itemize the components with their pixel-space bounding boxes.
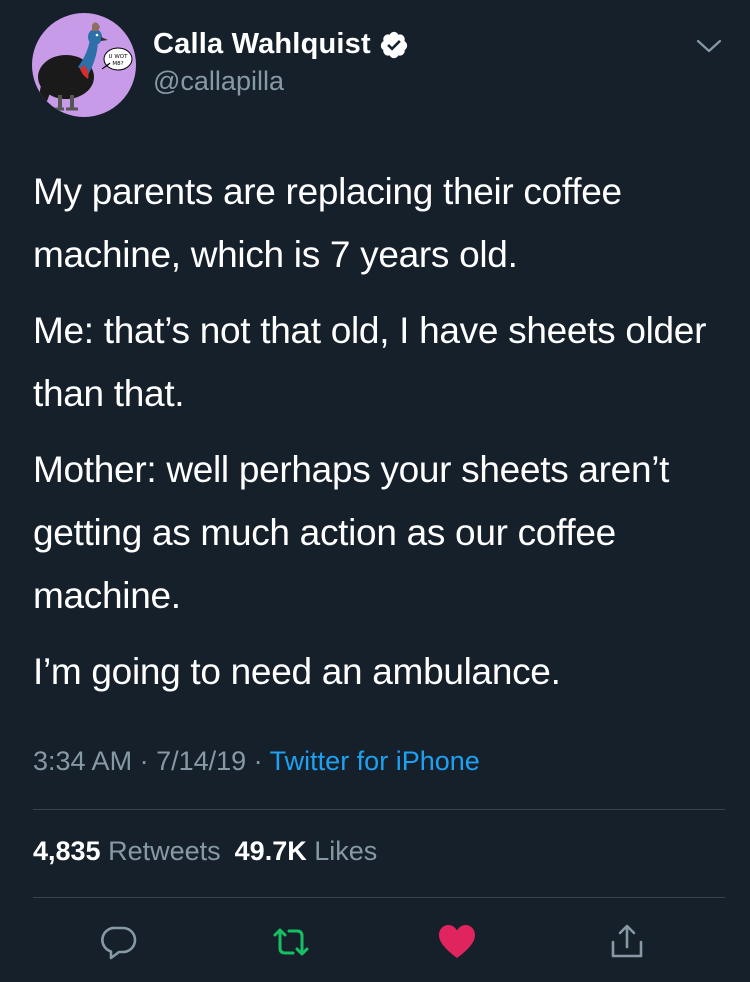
retweets-stat[interactable]: 4,835 Retweets — [33, 836, 221, 866]
tweet-action-bar — [0, 922, 750, 962]
divider — [33, 809, 725, 810]
likes-count: 49.7K — [234, 836, 307, 866]
meta-separator: · — [246, 746, 270, 776]
engagement-stats: 4,835 Retweets 49.7K Likes — [33, 836, 391, 867]
likes-label: Likes — [314, 836, 378, 866]
display-name[interactable]: Calla Wahlquist — [153, 28, 371, 61]
retweets-label: Retweets — [108, 836, 221, 866]
tweet-source-link[interactable]: Twitter for iPhone — [270, 746, 480, 776]
tweet-text: My parents are replacing their coffee ma… — [33, 160, 723, 716]
avatar-speech-text: U WOT — [109, 54, 129, 60]
tweet-date[interactable]: 7/14/19 — [156, 746, 246, 776]
cassowary-avatar-image: U WOT M8? — [38, 22, 133, 111]
avatar[interactable]: U WOT M8? — [32, 13, 136, 117]
tweet-paragraph: I’m going to need an ambulance. — [33, 651, 561, 692]
tweet-timestamp-row: 3:34 AM · 7/14/19 · Twitter for iPhone — [33, 746, 480, 777]
divider — [33, 897, 725, 898]
tweet-paragraph: Mother: well perhaps your sheets aren’t … — [33, 449, 670, 616]
chevron-down-icon[interactable] — [696, 37, 722, 55]
heart-icon[interactable] — [437, 922, 477, 962]
retweets-count: 4,835 — [33, 836, 101, 866]
tweet-paragraph: Me: that’s not that old, I have sheets o… — [33, 310, 707, 414]
tweet-paragraph: My parents are replacing their coffee ma… — [33, 171, 622, 275]
reply-icon[interactable] — [99, 922, 139, 962]
author-name-row: Calla Wahlquist — [153, 28, 409, 61]
author-handle[interactable]: @callapilla — [153, 66, 284, 97]
svg-text:M8?: M8? — [112, 61, 123, 67]
tweet-time[interactable]: 3:34 AM — [33, 746, 132, 776]
meta-separator: · — [132, 746, 157, 776]
likes-stat[interactable]: 49.7K Likes — [235, 836, 378, 866]
retweet-icon[interactable] — [271, 922, 311, 962]
verified-badge-icon — [380, 31, 407, 58]
share-icon[interactable] — [607, 922, 647, 962]
